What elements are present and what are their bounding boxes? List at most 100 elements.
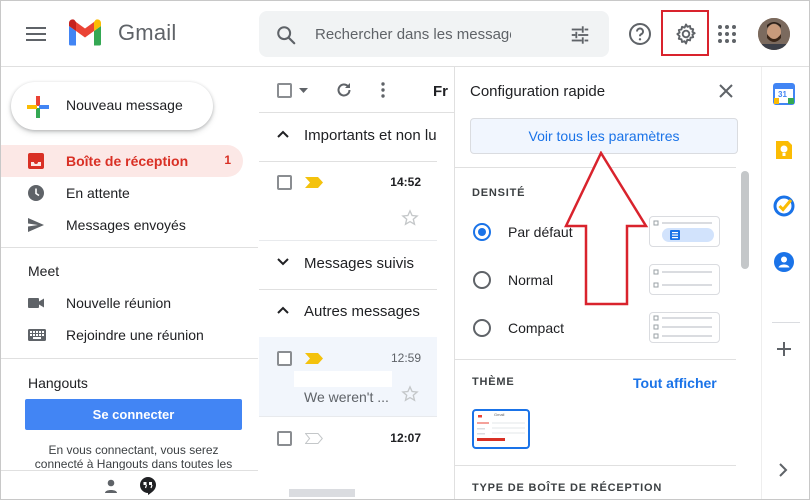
hangouts-icon[interactable] [139, 476, 157, 496]
density-normal-radio[interactable] [473, 271, 491, 289]
hangouts-bottom-bar [1, 470, 258, 499]
avatar[interactable] [758, 18, 790, 50]
row-checkbox[interactable] [277, 431, 292, 446]
group-important-unread[interactable]: Importants et non lus [259, 113, 437, 161]
row-checkbox[interactable] [277, 175, 292, 190]
annotation-arrow [556, 151, 656, 307]
density-compact-preview[interactable] [649, 312, 720, 343]
clock-icon [27, 184, 45, 202]
brand-name: Gmail [118, 20, 177, 45]
row-checkbox[interactable] [277, 351, 292, 366]
group-other[interactable]: Autres messages [259, 289, 437, 337]
panel-scrollbar[interactable] [741, 171, 749, 269]
keyboard-icon [27, 326, 47, 344]
main-menu-icon[interactable] [23, 22, 49, 46]
mail-row[interactable]: 14:52 [259, 161, 437, 241]
sidebar-item-sent[interactable]: Messages envoyés [1, 209, 243, 241]
theme-show-all-link[interactable]: Tout afficher [633, 375, 717, 391]
tasks-icon[interactable] [773, 195, 795, 217]
theme-caption: THÈME [472, 376, 515, 388]
group-label: Importants et non lus [304, 127, 437, 144]
important-marker-icon[interactable] [305, 433, 323, 444]
list-toolbar: Fr [259, 67, 455, 113]
gmail-logo-icon[interactable] [67, 17, 103, 47]
compose-button[interactable]: Nouveau message [11, 82, 213, 130]
gear-icon[interactable] [674, 22, 698, 46]
theme-thumb-brand: Gmail [494, 412, 505, 417]
gmail-window: Gmail Nouveau messag [0, 0, 810, 500]
sidebar-item-label: Boîte de réception [66, 153, 189, 169]
search-icon[interactable] [275, 24, 297, 46]
sidebar-item-inbox[interactable]: Boîte de réception 1 [1, 145, 243, 177]
group-starred[interactable]: Messages suivis [259, 241, 437, 289]
expand-icon[interactable] [778, 463, 788, 477]
theme-default-thumbnail[interactable]: Gmail [472, 409, 530, 449]
help-icon[interactable] [628, 22, 652, 46]
chevron-down-icon[interactable] [299, 88, 308, 94]
select-all-checkbox[interactable] [277, 83, 292, 98]
sidebar-item-label: Nouvelle réunion [66, 295, 172, 311]
group-label: Autres messages [304, 303, 420, 320]
see-all-settings-button[interactable]: Voir tous les paramètres [470, 118, 738, 154]
density-option-label: Normal [508, 272, 554, 288]
keep-icon[interactable] [773, 139, 795, 161]
important-marker-icon[interactable] [305, 353, 323, 364]
contacts-icon[interactable] [773, 251, 795, 273]
top-bar: Gmail [1, 1, 809, 67]
sidebar-divider [1, 247, 258, 248]
sidebar-item-new-meeting[interactable]: Nouvelle réunion [1, 287, 243, 319]
mail-time: 14:52 [390, 175, 421, 189]
density-compact-radio[interactable] [473, 319, 491, 337]
sidebar-item-snoozed[interactable]: En attente [1, 177, 243, 209]
panel-title: Configuration rapide [470, 83, 606, 100]
close-icon[interactable] [719, 84, 733, 98]
search-options-icon[interactable] [569, 24, 591, 46]
important-marker-icon[interactable] [305, 177, 323, 188]
density-default-radio[interactable] [473, 223, 491, 241]
panel-divider [455, 465, 736, 466]
video-camera-icon [27, 294, 45, 312]
calendar-icon[interactable]: 31 [773, 83, 795, 105]
mail-time: 12:07 [390, 431, 421, 445]
mail-row[interactable]: 12:07 [259, 417, 437, 497]
send-icon [27, 216, 45, 234]
plus-icon [25, 94, 51, 120]
hangouts-section-title: Hangouts [28, 375, 88, 391]
right-side-panel: 31 [761, 67, 809, 499]
hangouts-note: En vous connectant, vous serez connecté … [34, 443, 233, 471]
more-vert-icon[interactable] [380, 81, 386, 99]
search-input[interactable] [315, 11, 511, 57]
rail-divider [772, 322, 800, 323]
person-icon[interactable] [103, 478, 119, 494]
group-label: Messages suivis [304, 255, 415, 272]
chevron-up-icon [277, 306, 289, 314]
sidebar-item-label: Rejoindre une réunion [66, 327, 204, 343]
toolbar-partial-label: Fr [433, 83, 448, 100]
density-default-preview[interactable] [649, 216, 720, 247]
inbox-type-caption: TYPE DE BOÎTE DE RÉCEPTION [472, 482, 663, 494]
star-icon[interactable] [401, 385, 419, 403]
density-caption: DENSITÉ [472, 187, 526, 199]
add-icon[interactable] [776, 341, 792, 357]
panel-divider [455, 359, 736, 360]
density-normal-preview[interactable] [649, 264, 720, 295]
mail-row[interactable]: 12:59 We weren't ... [259, 337, 437, 417]
apps-grid-icon[interactable] [717, 24, 737, 44]
meet-section-title: Meet [28, 263, 60, 279]
sidebar-item-join-meeting[interactable]: Rejoindre une réunion [1, 319, 243, 351]
chevron-up-icon [277, 130, 289, 138]
compose-label: Nouveau message [66, 97, 183, 113]
unread-count: 1 [224, 153, 231, 167]
sidebar-divider [1, 358, 258, 359]
inbox-icon [27, 152, 45, 170]
sidebar-item-label: En attente [66, 185, 130, 201]
hangouts-connect-button[interactable]: Se connecter [25, 399, 242, 430]
calendar-day: 31 [778, 90, 787, 99]
chevron-down-icon [277, 258, 289, 266]
refresh-icon[interactable] [335, 81, 353, 99]
density-option-label: Compact [508, 320, 565, 336]
scroll-indicator [289, 489, 355, 497]
sidebar-item-label: Messages envoyés [66, 217, 186, 233]
search-bar [259, 11, 609, 57]
star-icon[interactable] [401, 209, 419, 227]
